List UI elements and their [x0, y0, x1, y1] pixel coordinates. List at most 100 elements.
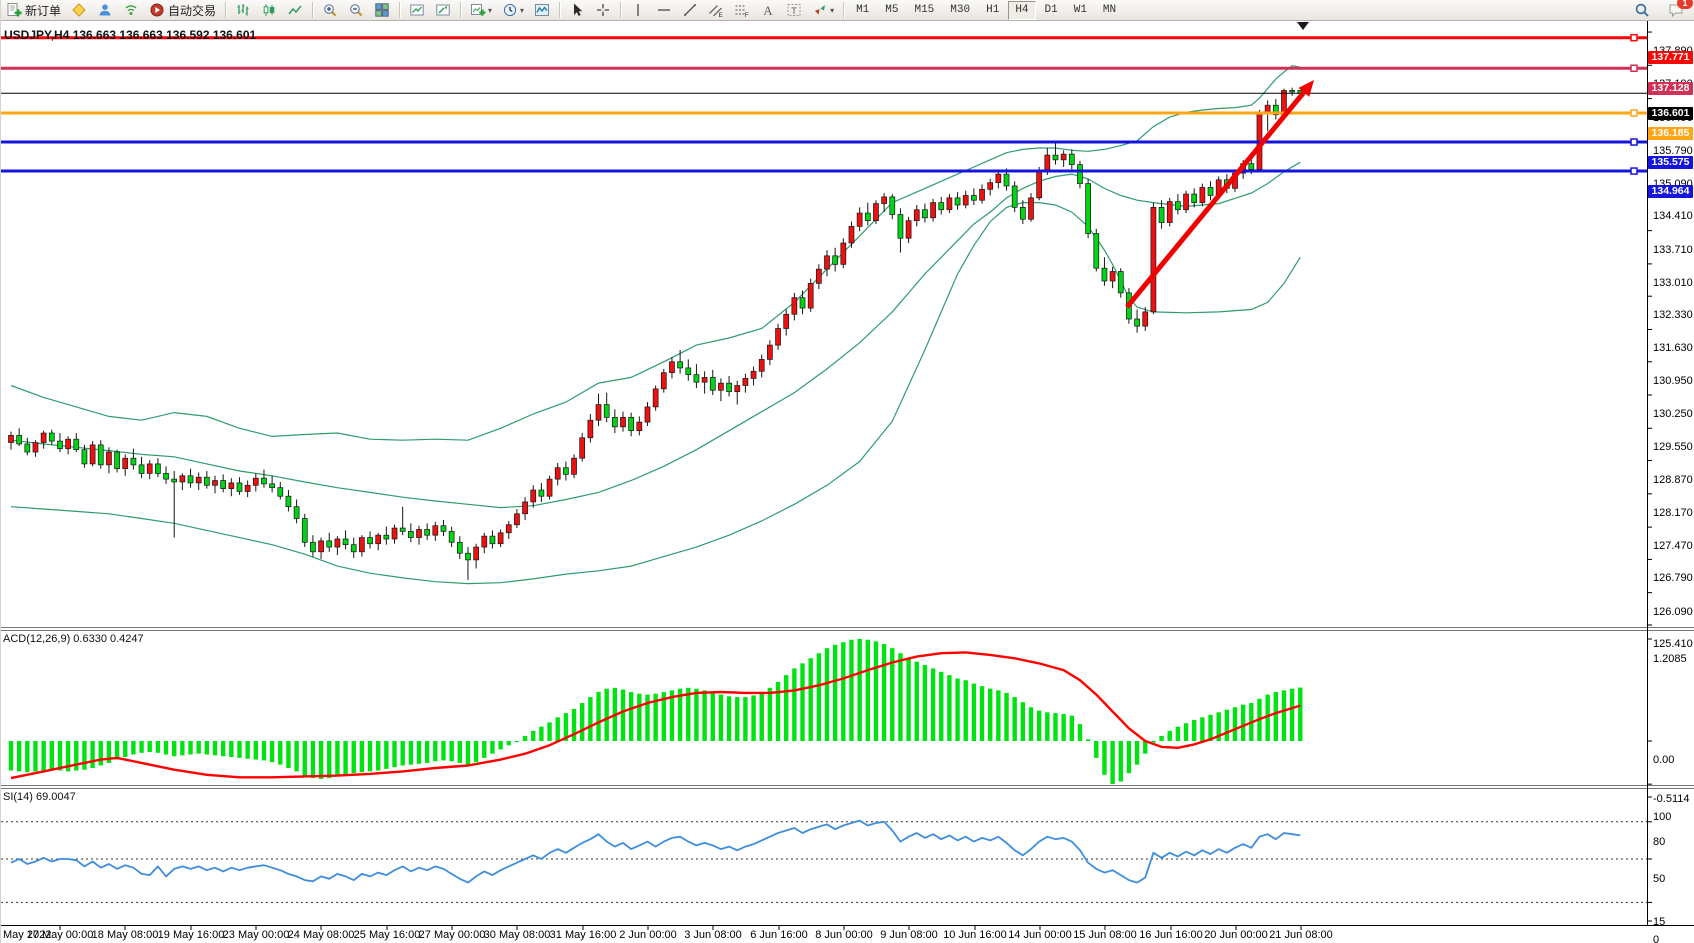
time-tick-label: 30 May 08:00: [484, 929, 551, 941]
timeframe-h1-button[interactable]: H1: [979, 1, 1006, 20]
search-icon: [1634, 2, 1650, 18]
search-button[interactable]: [1630, 0, 1654, 20]
tile-windows-icon: [374, 2, 390, 18]
vertical-line-button[interactable]: [626, 0, 650, 20]
timeframe-m30-button[interactable]: M30: [943, 1, 977, 20]
toolbar-separator: [312, 2, 313, 18]
timeframe-h4-button[interactable]: H4: [1008, 1, 1035, 20]
autotrading-button[interactable]: 自动交易: [145, 0, 220, 20]
time-tick-label: 17 May 00:00: [27, 929, 94, 941]
time-tick-label: 19 May 16:00: [158, 929, 225, 941]
price-tick-label: 131.630: [1653, 342, 1694, 354]
time-tick-label: 25 May 16:00: [354, 929, 421, 941]
text-button[interactable]: A: [756, 0, 780, 20]
zoom-out-icon: [348, 2, 364, 18]
timeframe-m1-button[interactable]: M1: [849, 1, 876, 20]
new-chart-icon: [470, 2, 486, 18]
time-tick-label: 3 Jun 08:00: [684, 929, 742, 941]
macd-axis-min: -0.5114: [1653, 793, 1694, 805]
time-tick-label: 18 May 08:00: [92, 929, 159, 941]
autotrading-label: 自动交易: [168, 2, 216, 19]
signals-icon: [123, 2, 139, 18]
price-tick-label: 126.090: [1653, 606, 1694, 618]
cursor-button[interactable]: [565, 0, 589, 20]
templates-button[interactable]: [530, 0, 554, 20]
community-button[interactable]: [93, 0, 117, 20]
dropdown-arrow-icon[interactable]: ▾: [830, 6, 834, 15]
arrange-charts-button[interactable]: [405, 0, 429, 20]
horizontal-line-button[interactable]: [652, 0, 676, 20]
timeframe-m5-button[interactable]: M5: [878, 1, 905, 20]
clock-icon: [502, 2, 518, 18]
rsi-panel: [1, 821, 1647, 903]
chart-bars-button[interactable]: [231, 0, 255, 20]
timeframe-w1-button[interactable]: W1: [1067, 1, 1094, 20]
time-tick-label: 2 Jun 00:00: [619, 929, 677, 941]
time-tick-label: 10 Jun 16:00: [943, 929, 1007, 941]
time-tick-label: 23 May 00:00: [223, 929, 290, 941]
price-tick-label: 130.250: [1653, 408, 1694, 420]
mt4-window: 新订单自动交易▾▾EFAT▾M1M5M15M30H1H4D1W1MN 1 USD…: [0, 0, 1694, 943]
chart-candles-icon: [261, 2, 277, 18]
toolbar-separator: [559, 2, 560, 18]
price-line-label: 137.771: [1648, 51, 1693, 64]
new-order-icon: [6, 2, 22, 18]
timeframe-m15-button[interactable]: M15: [907, 1, 941, 20]
svg-text:F: F: [745, 12, 749, 18]
time-tick-label: 27 May 00:00: [419, 929, 486, 941]
metaeditor-icon: [71, 2, 87, 18]
arrange2-icon: [435, 2, 451, 18]
toolbar-separator: [460, 2, 461, 18]
price-tick-label: 128.870: [1653, 474, 1694, 486]
crosshair-icon: [595, 2, 611, 18]
arrows-button[interactable]: ▾: [808, 0, 838, 20]
periods-button[interactable]: ▾: [498, 0, 528, 20]
dropdown-arrow-icon[interactable]: ▾: [520, 6, 524, 15]
new-order-button[interactable]: 新订单: [2, 0, 65, 20]
tile-windows-button[interactable]: [370, 0, 394, 20]
chart-line-button[interactable]: [283, 0, 307, 20]
trendline-button[interactable]: [678, 0, 702, 20]
macd-axis-max: 1.2085: [1653, 653, 1694, 665]
price-line-label: 136.185: [1648, 127, 1693, 140]
community-icon: [97, 2, 113, 18]
bb-middle: [11, 162, 1300, 507]
zoom-in-button[interactable]: [318, 0, 342, 20]
zoom-out-button[interactable]: [344, 0, 368, 20]
timeframe-d1-button[interactable]: D1: [1038, 1, 1065, 20]
dropdown-arrow-icon[interactable]: ▾: [488, 6, 492, 15]
chart-bars-icon: [235, 2, 251, 18]
time-tick-label: 20 Jun 00:00: [1204, 929, 1268, 941]
price-line-label: 136.601: [1648, 107, 1693, 120]
time-tick-label: 8 Jun 00:00: [815, 929, 873, 941]
macd-axis-zero: 0.00: [1653, 754, 1694, 766]
channel-icon: E: [708, 2, 724, 18]
tline-icon: [682, 2, 698, 18]
rsi-axis-label: 100: [1653, 811, 1694, 823]
new-order-label: 新订单: [25, 2, 61, 19]
signals-button[interactable]: [119, 0, 143, 20]
text-icon: A: [760, 2, 776, 18]
time-tick-label: 9 Jun 08:00: [880, 929, 938, 941]
svg-text:E: E: [719, 12, 724, 18]
equidistant-channel-button[interactable]: E: [704, 0, 728, 20]
crosshair-button[interactable]: [591, 0, 615, 20]
metaeditor-button[interactable]: [67, 0, 91, 20]
time-tick-label: 21 Jun 08:00: [1269, 929, 1333, 941]
align-charts-button[interactable]: [431, 0, 455, 20]
chart-line-icon: [287, 2, 303, 18]
chart-candles-button[interactable]: [257, 0, 281, 20]
toolbar-separator: [399, 2, 400, 18]
text-label-button[interactable]: T: [782, 0, 806, 20]
toolbar: 新订单 自动交易 ▾ ▾ E F AT ▾ M1M5M15M30H1H4D1W1MN 1: [1, 0, 1694, 21]
chart-canvas[interactable]: [1, 20, 1694, 943]
notifications-button[interactable]: 1: [1664, 0, 1688, 20]
zoom-in-icon: [322, 2, 338, 18]
rsi-axis-label: 15: [1653, 916, 1694, 928]
arrows-icon: [812, 2, 828, 18]
price-tick-label: 125.410: [1653, 638, 1694, 650]
timeframe-mn-button[interactable]: MN: [1096, 1, 1123, 20]
new-chart-button[interactable]: ▾: [466, 0, 496, 20]
fibonacci-button[interactable]: F: [730, 0, 754, 20]
hline-icon: [656, 2, 672, 18]
